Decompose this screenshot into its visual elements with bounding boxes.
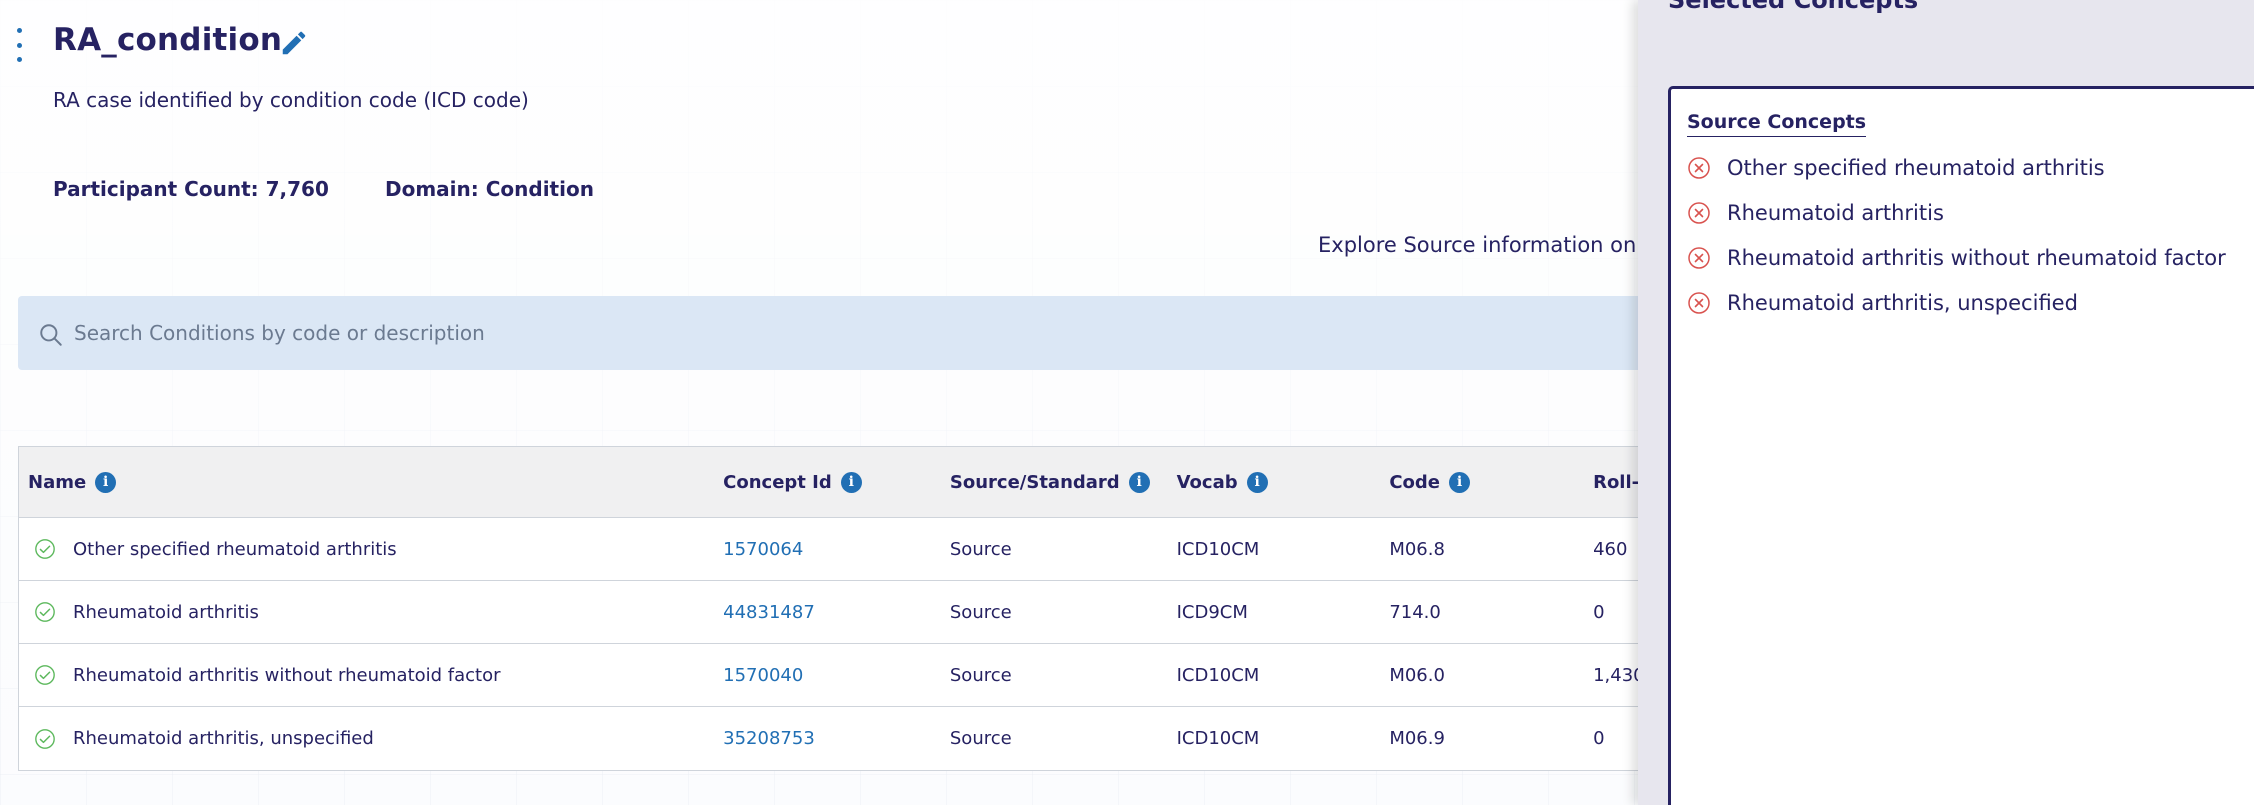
remove-circle-icon[interactable] bbox=[1687, 291, 1711, 315]
selected-concepts-panel: Selected Concepts Source Concepts Other … bbox=[1638, 0, 2254, 805]
cohort-description: RA case identified by condition code (IC… bbox=[53, 88, 529, 112]
concepts-table: Name i Concept Id i Source/Standard i Vo… bbox=[18, 446, 1678, 771]
vocab-value: ICD10CM bbox=[1176, 538, 1260, 560]
column-header-concept-id: Concept Id i bbox=[723, 471, 950, 493]
selected-concept-label: Rheumatoid arthritis bbox=[1727, 200, 1944, 225]
column-header-source-standard: Source/Standard i bbox=[950, 471, 1177, 493]
table-header: Name i Concept Id i Source/Standard i Vo… bbox=[19, 447, 1677, 518]
concept-id-link[interactable]: 1570064 bbox=[723, 539, 950, 560]
selected-concepts-list: Other specified rheumatoid arthritis Rhe… bbox=[1687, 145, 2226, 325]
info-icon[interactable]: i bbox=[840, 471, 862, 493]
source-standard-value: Source bbox=[949, 538, 1012, 560]
search-bar bbox=[18, 296, 1678, 370]
panel-title: Selected Concepts bbox=[1668, 0, 1919, 14]
participant-count: Participant Count: 7,760 bbox=[53, 177, 329, 201]
selected-concept-label: Other specified rheumatoid arthritis bbox=[1727, 155, 2105, 180]
vocab-value: ICD9CM bbox=[1176, 601, 1248, 623]
search-icon bbox=[40, 324, 62, 346]
selected-concept-label: Rheumatoid arthritis without rheumatoid … bbox=[1727, 245, 2226, 270]
page-title: RA_condition bbox=[53, 22, 283, 58]
vocab-value: ICD10CM bbox=[1176, 728, 1260, 749]
explore-source-text: Explore Source information on bbox=[1318, 233, 1637, 257]
table-row: Rheumatoid arthritis 44831487 Source ICD… bbox=[19, 581, 1677, 644]
search-input[interactable] bbox=[74, 296, 1574, 370]
remove-circle-icon[interactable] bbox=[1687, 246, 1711, 270]
table-row: Rheumatoid arthritis, unspecified 352087… bbox=[19, 707, 1677, 770]
source-standard-value: Source bbox=[949, 601, 1012, 623]
pencil-icon[interactable] bbox=[279, 28, 309, 58]
selected-concept-item: Rheumatoid arthritis without rheumatoid … bbox=[1687, 235, 2226, 280]
check-circle-icon[interactable] bbox=[34, 601, 56, 623]
code-value: M06.8 bbox=[1389, 538, 1445, 560]
remove-circle-icon[interactable] bbox=[1687, 201, 1711, 225]
more-options-icon[interactable] bbox=[12, 28, 26, 62]
info-icon[interactable]: i bbox=[1246, 471, 1268, 493]
code-value: M06.0 bbox=[1389, 664, 1445, 686]
domain-label: Domain: Condition bbox=[385, 177, 594, 201]
concept-id-link[interactable]: 1570040 bbox=[723, 665, 950, 686]
info-icon[interactable]: i bbox=[95, 471, 117, 493]
concept-id-link[interactable]: 35208753 bbox=[723, 728, 950, 749]
check-circle-icon[interactable] bbox=[34, 728, 56, 750]
selected-concept-item: Rheumatoid arthritis, unspecified bbox=[1687, 280, 2226, 325]
selected-concepts-box: Source Concepts Other specified rheumato… bbox=[1668, 86, 2254, 805]
concept-name: Rheumatoid arthritis, unspecified bbox=[73, 728, 374, 749]
code-value: 714.0 bbox=[1389, 601, 1441, 623]
info-icon[interactable]: i bbox=[1128, 471, 1150, 493]
concept-name: Rheumatoid arthritis bbox=[73, 601, 259, 623]
table-row: Other specified rheumatoid arthritis 157… bbox=[19, 518, 1677, 581]
check-circle-icon[interactable] bbox=[34, 664, 56, 686]
concept-id-link[interactable]: 44831487 bbox=[723, 602, 950, 623]
concept-name: Other specified rheumatoid arthritis bbox=[73, 538, 397, 560]
source-standard-value: Source bbox=[949, 728, 1012, 749]
source-standard-value: Source bbox=[949, 664, 1012, 686]
selected-concept-item: Rheumatoid arthritis bbox=[1687, 190, 2226, 235]
code-value: M06.9 bbox=[1389, 728, 1445, 749]
concept-name: Rheumatoid arthritis without rheumatoid … bbox=[73, 664, 501, 686]
selected-concept-item: Other specified rheumatoid arthritis bbox=[1687, 145, 2226, 190]
check-circle-icon[interactable] bbox=[34, 538, 56, 560]
column-header-code: Code i bbox=[1389, 471, 1593, 493]
table-row: Rheumatoid arthritis without rheumatoid … bbox=[19, 644, 1677, 707]
selected-concept-label: Rheumatoid arthritis, unspecified bbox=[1727, 290, 2078, 315]
vocab-value: ICD10CM bbox=[1176, 664, 1260, 686]
remove-circle-icon[interactable] bbox=[1687, 156, 1711, 180]
info-icon[interactable]: i bbox=[1449, 471, 1470, 493]
source-concepts-label: Source Concepts bbox=[1687, 111, 1867, 137]
column-header-vocab: Vocab i bbox=[1177, 471, 1390, 493]
column-header-name: Name i bbox=[19, 471, 723, 493]
